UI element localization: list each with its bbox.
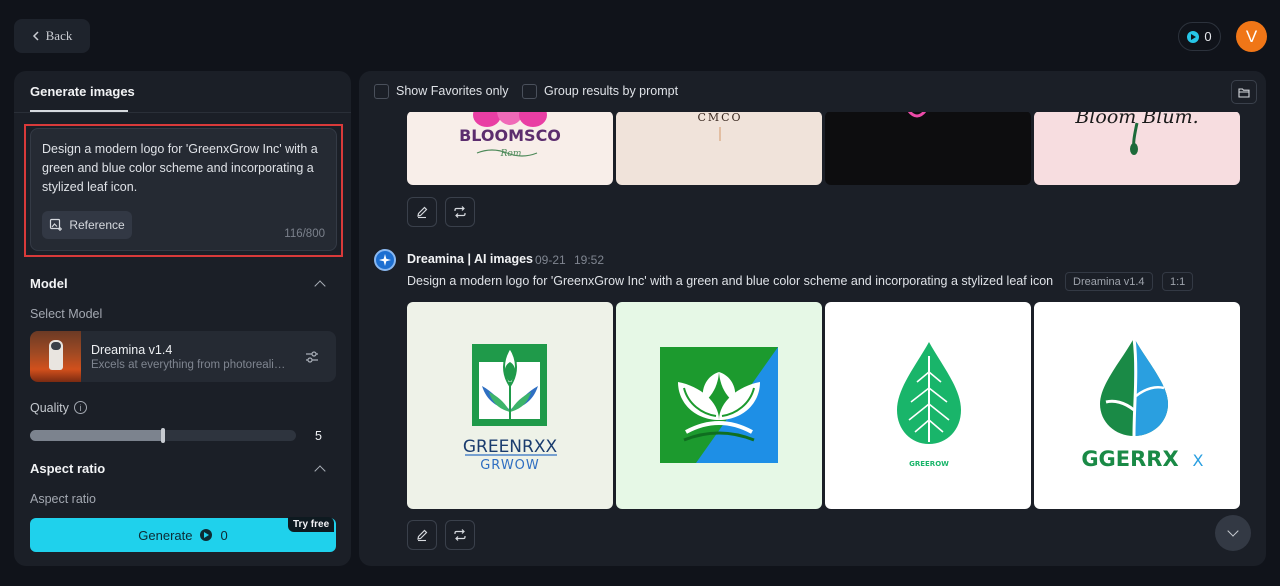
model-thumbnail	[30, 331, 81, 382]
tab-generate-images[interactable]: Generate images	[30, 84, 135, 99]
result-image-4[interactable]: Bloom Blum.	[1034, 111, 1240, 185]
sparkle-icon	[379, 254, 391, 266]
model-description: Excels at everything from photorealism t…	[91, 359, 291, 371]
regenerate-button[interactable]	[445, 520, 475, 550]
image-text: GGERRX	[1081, 447, 1178, 471]
reference-label: Reference	[69, 218, 125, 232]
quality-slider-handle[interactable]	[161, 428, 165, 443]
user-avatar[interactable]: V	[1236, 21, 1267, 52]
back-button[interactable]: Back	[14, 19, 90, 53]
edit-button[interactable]	[407, 197, 437, 227]
generate-label: Generate	[138, 527, 193, 543]
chevron-up-icon[interactable]	[314, 280, 326, 292]
sliders-icon[interactable]	[304, 349, 320, 365]
back-label: Back	[45, 28, 73, 43]
generate-panel: Generate images Design a modern logo for…	[14, 71, 351, 566]
aspect-ratio-label: Aspect ratio	[30, 492, 97, 506]
image-text: GRWOW	[480, 458, 540, 473]
model-section-title: Model	[30, 276, 68, 291]
image-text: GREENRXX	[463, 437, 558, 457]
group-by-prompt-checkbox[interactable]	[522, 84, 537, 99]
image-text: Rom	[500, 149, 522, 159]
result-image-7[interactable]: GREEROW	[825, 302, 1031, 509]
reference-button[interactable]: Reference	[42, 211, 132, 239]
chevron-left-icon	[32, 31, 39, 41]
credit-coin-icon	[1187, 30, 1200, 43]
results-panel: Show Favorites only Group results by pro…	[359, 71, 1266, 566]
image-text: X	[1193, 451, 1204, 470]
try-free-badge: Try free	[288, 517, 335, 532]
show-favorites-label[interactable]: Show Favorites only	[396, 84, 509, 98]
dreamina-avatar	[374, 249, 396, 271]
model-tag: Dreamina v1.4	[1065, 272, 1153, 291]
message-date: 09-21	[535, 253, 566, 267]
message-time: 19:52	[574, 253, 605, 267]
show-favorites-checkbox[interactable]	[374, 84, 389, 99]
message-author: Dreamina | AI images	[407, 252, 534, 266]
image-text: BLOOMSCO	[459, 126, 561, 145]
prompt-text[interactable]: Design a modern logo for 'GreenxGrow Inc…	[42, 140, 329, 197]
image-text: GREEROW	[909, 460, 949, 468]
model-selector[interactable]: Dreamina v1.4 Excels at everything from …	[30, 331, 336, 382]
results-toolbar: Show Favorites only Group results by pro…	[359, 71, 1266, 112]
model-name: Dreamina v1.4	[91, 343, 173, 357]
aspect-section-title: Aspect ratio	[30, 461, 106, 476]
result-image-5[interactable]: GREENRXX GRWOW	[407, 302, 613, 509]
quality-label: Quality	[30, 401, 69, 415]
regenerate-button[interactable]	[445, 197, 475, 227]
credit-coin-icon	[200, 529, 213, 541]
image-text: CMCO	[697, 111, 742, 124]
generate-cost: 0	[220, 527, 228, 543]
result-image-8[interactable]: GGERRX X	[1034, 302, 1240, 509]
pencil-icon	[417, 529, 428, 542]
image-add-icon	[50, 218, 63, 231]
ratio-tag: 1:1	[1162, 272, 1194, 291]
pencil-icon	[417, 206, 428, 219]
credits-count: 0	[1204, 29, 1212, 44]
message-prompt: Design a modern logo for 'GreenxGrow Inc…	[407, 274, 1054, 288]
info-icon[interactable]: i	[74, 401, 87, 414]
scroll-down-button[interactable]	[1215, 515, 1251, 551]
repeat-icon	[454, 529, 466, 541]
quality-value: 5	[315, 429, 322, 443]
result-image-6[interactable]	[616, 302, 822, 509]
prompt-input[interactable]: Design a modern logo for 'GreenxGrow Inc…	[30, 128, 337, 251]
quality-slider-fill	[30, 430, 164, 441]
folder-icon	[1238, 87, 1250, 98]
chevron-down-icon	[1227, 525, 1239, 537]
panel-divider	[14, 112, 351, 113]
result-image-1[interactable]: BLOOMSCO Rom	[407, 111, 613, 185]
result-image-3[interactable]	[825, 111, 1031, 185]
result-image-2[interactable]: CMCO	[616, 111, 822, 185]
select-model-label: Select Model	[30, 307, 103, 321]
credits-badge[interactable]: 0	[1178, 22, 1221, 51]
chevron-up-icon[interactable]	[314, 465, 326, 477]
repeat-icon	[454, 206, 466, 218]
edit-button[interactable]	[407, 520, 437, 550]
char-count: 116/800	[284, 228, 325, 240]
group-by-prompt-label[interactable]: Group results by prompt	[544, 84, 678, 98]
folder-button[interactable]	[1231, 80, 1257, 104]
